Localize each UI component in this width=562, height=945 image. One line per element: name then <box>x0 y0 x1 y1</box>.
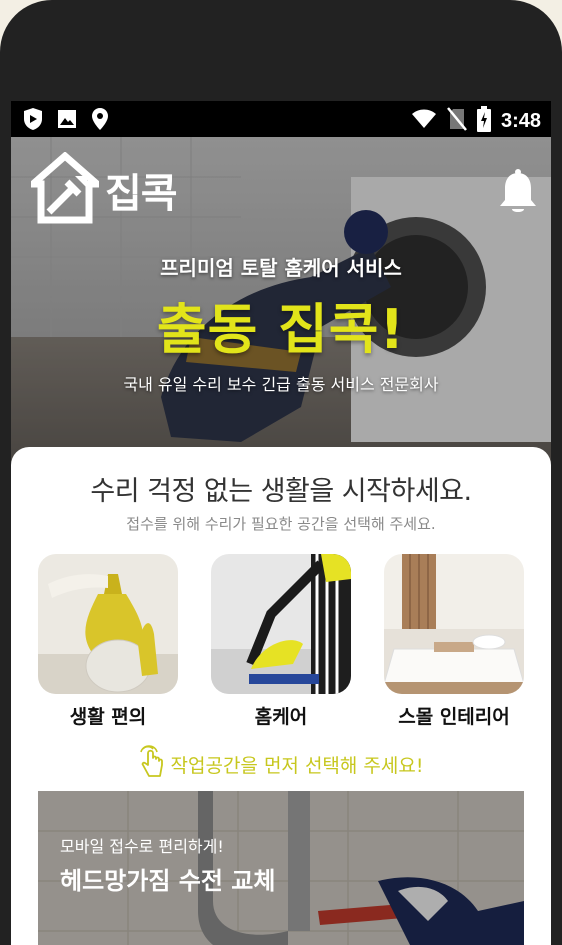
space-thumbnail-homecare <box>211 554 351 694</box>
app-logo: 집콕 <box>23 151 178 228</box>
battery-icon <box>476 106 491 136</box>
wifi-icon <box>411 109 437 133</box>
hero-title: 출동 집콕! <box>156 298 406 361</box>
no-sim-icon <box>447 107 467 135</box>
banner-title: 헤드망가짐 수전 교체 <box>60 867 276 895</box>
hero-banner: 집콕 프리미엄 토탈 홈케어 서비스 출동 집콕! 국내 유일 수리 보수 긴급… <box>11 137 551 467</box>
promo-banner[interactable]: 모바일 접수로 편리하게! 헤드망가짐 수전 교체 <box>38 791 524 945</box>
space-thumbnail-living <box>38 554 178 694</box>
location-icon <box>91 107 109 135</box>
space-option-homecare[interactable]: 홈케어 <box>211 554 351 729</box>
space-option-living[interactable]: 생활 편의 <box>38 554 178 729</box>
banner-subtitle: 모바일 접수로 편리하게! <box>60 837 224 856</box>
space-option-interior[interactable]: 스몰 인테리어 <box>384 554 524 729</box>
select-space-hint: 작업공간을 먼저 선택해 주세요! <box>11 745 551 783</box>
main-heading: 수리 걱정 없는 생활을 시작하세요. <box>90 476 472 507</box>
play-protect-icon <box>23 107 43 135</box>
hero-description: 국내 유일 수리 보수 긴급 출동 서비스 전문회사 <box>123 375 439 394</box>
hero-subtitle: 프리미엄 토탈 홈케어 서비스 <box>160 256 402 280</box>
space-label: 스몰 인테리어 <box>398 706 510 728</box>
logo-text: 집콕 <box>105 171 178 217</box>
notification-button[interactable] <box>499 169 537 219</box>
space-label: 홈케어 <box>254 706 308 728</box>
gallery-icon <box>57 109 77 133</box>
status-bar: 3:48 <box>11 101 551 137</box>
phone-frame: 3:48 집콕 프리미엄 토탈 홈케어 서비스 출동 집콕! 국내 유일 수리 … <box>0 0 562 945</box>
app-screen: 3:48 집콕 프리미엄 토탈 홈케어 서비스 출동 집콕! 국내 유일 수리 … <box>11 101 551 945</box>
content-card: 수리 걱정 없는 생활을 시작하세요. 접수를 위해 수리가 필요한 공간을 선… <box>11 447 551 945</box>
hint-text: 작업공간을 먼저 선택해 주세요! <box>170 754 424 777</box>
main-subheading: 접수를 위해 수리가 필요한 공간을 선택해 주세요. <box>126 515 436 533</box>
space-thumbnail-interior <box>384 554 524 694</box>
tap-finger-icon <box>139 745 165 783</box>
status-time: 3:48 <box>500 109 541 132</box>
bell-icon <box>499 169 537 219</box>
space-label: 생활 편의 <box>69 706 147 728</box>
logo-house-icon <box>23 151 107 228</box>
